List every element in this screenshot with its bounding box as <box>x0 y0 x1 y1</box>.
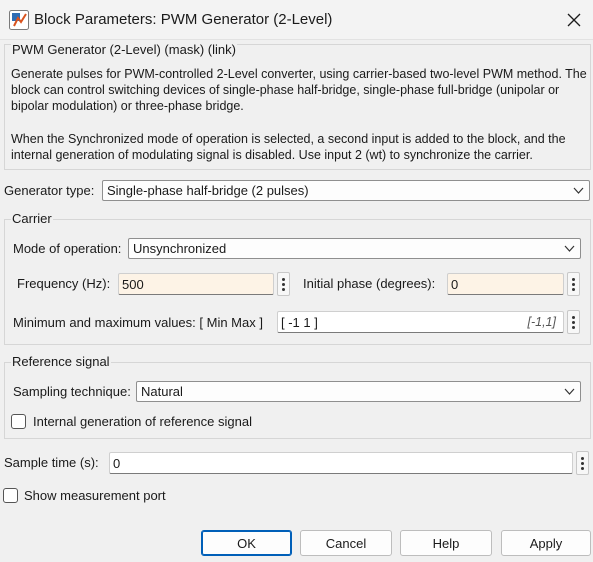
sampling-technique-dropdown[interactable]: Natural <box>136 381 581 402</box>
frequency-more-button[interactable] <box>277 272 290 296</box>
description-paragraph: When the Synchronized mode of operation … <box>11 132 566 162</box>
carrier-legend: Carrier <box>11 211 53 226</box>
sample-time-field[interactable]: 0 <box>109 452 573 474</box>
mode-of-operation-label: Mode of operation: <box>13 241 122 256</box>
internal-generation-label: Internal generation of reference signal <box>33 414 252 429</box>
min-max-hint: [-1,1] <box>527 315 557 329</box>
close-button[interactable] <box>560 6 588 34</box>
apply-button[interactable]: Apply <box>501 530 591 556</box>
generator-type-label: Generator type: <box>4 183 95 198</box>
internal-generation-checkbox[interactable] <box>11 414 26 429</box>
frequency-label: Frequency (Hz): <box>17 276 111 291</box>
min-max-label: Minimum and maximum values: [ Min Max ] <box>13 315 263 330</box>
sampling-technique-value: Natural <box>141 384 183 399</box>
chevron-down-icon <box>573 187 584 194</box>
mode-of-operation-dropdown[interactable]: Unsynchronized <box>128 238 581 259</box>
frequency-field[interactable]: 500 <box>118 273 274 295</box>
measurement-port-checkbox[interactable] <box>3 488 18 503</box>
cancel-button[interactable]: Cancel <box>300 530 392 556</box>
sample-time-more-button[interactable] <box>576 451 589 475</box>
sample-time-label: Sample time (s): <box>4 455 99 470</box>
window-title: Block Parameters: PWM Generator (2-Level… <box>34 11 333 28</box>
initial-phase-value: 0 <box>451 277 459 292</box>
generator-type-value: Single-phase half-bridge (2 pulses) <box>107 183 309 198</box>
sample-time-value: 0 <box>113 456 121 471</box>
initial-phase-more-button[interactable] <box>567 272 580 296</box>
description-legend: PWM Generator (2-Level) (mask) (link) <box>11 42 237 57</box>
mode-of-operation-value: Unsynchronized <box>133 241 227 256</box>
min-max-field[interactable]: [ -1 1 ] [-1,1] <box>277 311 564 333</box>
generator-type-dropdown[interactable]: Single-phase half-bridge (2 pulses) <box>102 180 590 201</box>
chevron-down-icon <box>564 245 575 252</box>
simulink-block-icon <box>9 10 29 30</box>
frequency-value: 500 <box>122 277 144 292</box>
ok-button[interactable]: OK <box>201 530 292 556</box>
description-paragraph: Generate pulses for PWM-controlled 2-Lev… <box>11 67 587 113</box>
initial-phase-label: Initial phase (degrees): <box>303 276 436 291</box>
initial-phase-field[interactable]: 0 <box>447 273 564 295</box>
measurement-port-label: Show measurement port <box>24 488 166 503</box>
sampling-technique-label: Sampling technique: <box>13 384 131 399</box>
help-button[interactable]: Help <box>400 530 492 556</box>
chevron-down-icon <box>564 388 575 395</box>
reference-signal-legend: Reference signal <box>11 354 111 369</box>
min-max-value: [ -1 1 ] <box>281 315 318 330</box>
close-icon <box>567 13 581 27</box>
min-max-more-button[interactable] <box>567 310 580 334</box>
